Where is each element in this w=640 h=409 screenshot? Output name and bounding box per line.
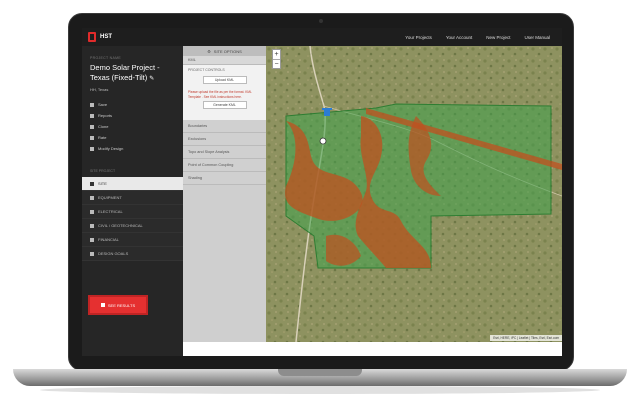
- pencil-icon[interactable]: ✎: [149, 76, 154, 82]
- footer-strip: [183, 342, 562, 356]
- nav-link-new-project[interactable]: New Project: [486, 35, 510, 40]
- logo-icon: [88, 32, 96, 42]
- nav-link-user-manual[interactable]: User Manual: [524, 35, 550, 40]
- upload-kml-button[interactable]: Upload KML: [202, 76, 247, 84]
- map-attribution: Esri, HERE, iPC | Leaflet | Tiles, Esri,…: [490, 335, 562, 341]
- action-rate[interactable]: Rate: [90, 135, 183, 140]
- action-label: Reports: [98, 113, 113, 118]
- laptop-shadow: [40, 386, 600, 394]
- camera-icon: [319, 19, 323, 23]
- site-options-header: ⚙ SITE OPTIONS: [183, 46, 266, 56]
- app-screen: HST Your Projects Your Account New Proje…: [82, 28, 562, 356]
- project-title: Demo Solar Project - Texas (Fixed-Tilt) ✎: [90, 63, 177, 84]
- step-financial[interactable]: FINANCIAL: [82, 233, 183, 247]
- site-options-title: SITE OPTIONS: [213, 48, 242, 54]
- nav-link-your-account[interactable]: Your Account: [446, 35, 472, 40]
- step-civil-geotechnical[interactable]: CIVIL / GEOTECHNICAL: [82, 219, 183, 233]
- dollar-icon: [90, 237, 94, 242]
- site-options-panel: ⚙ SITE OPTIONS KML PROJECT CONTROLS Uploa…: [183, 46, 266, 356]
- step-equipment[interactable]: EQUIPMENT: [82, 191, 183, 205]
- site-icon: [90, 181, 94, 186]
- report-icon: [90, 113, 94, 118]
- civil-icon: [90, 223, 94, 228]
- action-modify-design[interactable]: Modify Design: [90, 146, 183, 151]
- action-save[interactable]: Save: [90, 102, 183, 107]
- zoom-control: + −: [272, 49, 281, 69]
- action-reports[interactable]: Reports: [90, 113, 183, 118]
- steps-header: SITE PROJECT: [90, 169, 116, 173]
- satellite-map[interactable]: + − Esri, HERE, iPC | Leaflet | Tiles, E…: [266, 46, 562, 342]
- action-label: Save: [98, 102, 108, 107]
- project-location: HH, Texas: [90, 87, 109, 92]
- project-sidebar: PROJECT NAME Demo Solar Project - Texas …: [82, 46, 183, 356]
- brand-name: HST: [100, 34, 112, 40]
- step-label: DESIGN GOALS: [98, 251, 129, 256]
- step-label: SITE: [98, 181, 107, 186]
- option-exclusions[interactable]: Exclusions: [183, 133, 266, 146]
- results-icon: [100, 303, 105, 307]
- laptop-notch: [278, 369, 362, 376]
- kml-instructions-note: Please upload the file as per the format…: [188, 90, 252, 99]
- design-steps: SITE EQUIPMENT ELECTRICAL CIVIL / GEOTEC…: [82, 177, 183, 261]
- save-icon: [90, 102, 94, 107]
- project-controls-label: PROJECT CONTROLS: [188, 68, 225, 72]
- laptop-lid: HST Your Projects Your Account New Proje…: [68, 13, 574, 371]
- project-actions: Save Reports Clone Rate Modify Design: [90, 102, 183, 151]
- nav-link-your-projects[interactable]: Your Projects: [405, 35, 432, 40]
- edit-icon: [90, 146, 94, 151]
- option-point-of-common-coupling[interactable]: Point of Common Coupling: [183, 159, 266, 172]
- step-electrical[interactable]: ELECTRICAL: [82, 205, 183, 219]
- option-shading[interactable]: Shading: [183, 172, 266, 185]
- see-results-label: SEE RESULTS: [107, 302, 136, 308]
- action-label: Clone: [98, 124, 109, 129]
- zoom-out-button[interactable]: −: [273, 59, 280, 68]
- zoom-in-button[interactable]: +: [273, 50, 280, 59]
- clone-icon: [90, 124, 94, 129]
- action-label: Modify Design: [98, 146, 124, 151]
- step-design-goals[interactable]: DESIGN GOALS: [82, 247, 183, 261]
- location-pin-icon[interactable]: [319, 137, 327, 145]
- step-label: ELECTRICAL: [98, 209, 123, 214]
- kml-section-tab[interactable]: KML: [183, 56, 266, 65]
- gear-icon: ⚙: [207, 48, 211, 54]
- step-label: FINANCIAL: [98, 237, 119, 242]
- brand-logo[interactable]: HST: [88, 32, 112, 42]
- project-tag: PROJECT NAME: [90, 56, 121, 60]
- flag-icon: [90, 135, 94, 140]
- top-navbar: HST Your Projects Your Account New Proje…: [82, 28, 562, 46]
- generate-kml-button[interactable]: Generate KML: [202, 101, 247, 109]
- action-label: Rate: [98, 135, 107, 140]
- action-clone[interactable]: Clone: [90, 124, 183, 129]
- play-icon: [90, 251, 94, 256]
- map-canvas[interactable]: [266, 46, 562, 342]
- step-label: EQUIPMENT: [98, 195, 122, 200]
- option-topo-slope[interactable]: Topo and Slope Analysis: [183, 146, 266, 159]
- step-site[interactable]: SITE: [82, 177, 183, 191]
- kml-section-body: PROJECT CONTROLS Upload KML Please uploa…: [183, 65, 266, 120]
- see-results-button[interactable]: SEE RESULTS: [90, 297, 146, 313]
- option-boundaries[interactable]: Boundaries: [183, 120, 266, 133]
- nav-links: Your Projects Your Account New Project U…: [405, 35, 550, 40]
- electrical-icon: [90, 209, 94, 214]
- step-label: CIVIL / GEOTECHNICAL: [98, 223, 143, 228]
- laptop-mockup: HST Your Projects Your Account New Proje…: [0, 0, 640, 409]
- equipment-icon: [90, 195, 94, 200]
